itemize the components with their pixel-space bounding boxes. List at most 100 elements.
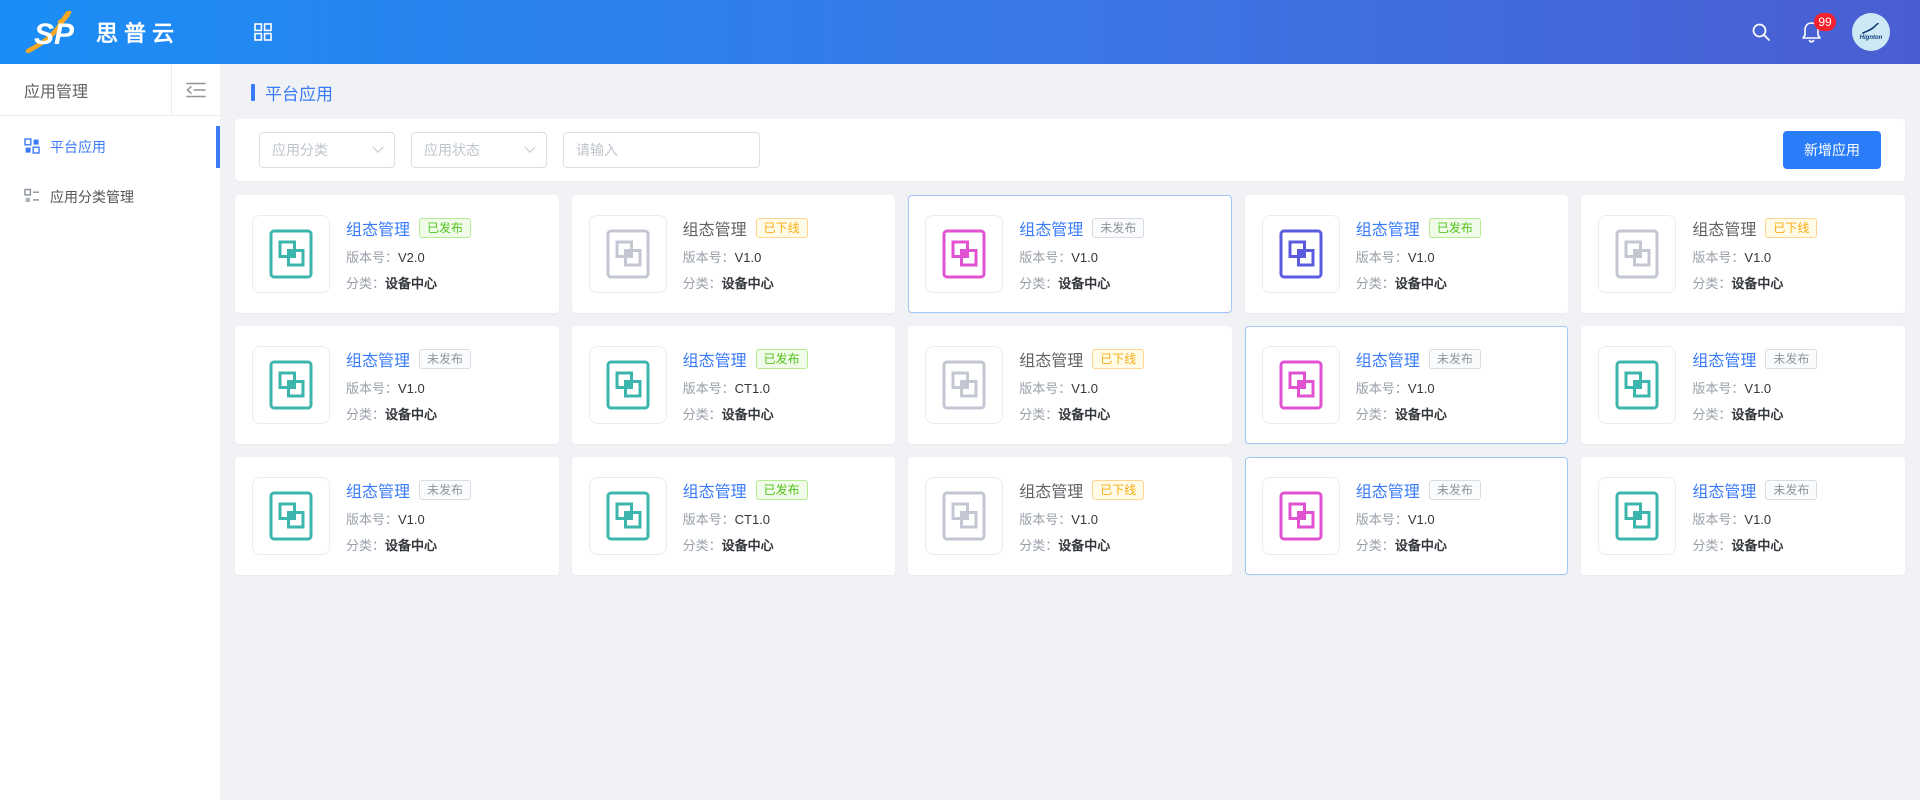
app-card-title[interactable]: 组态管理: [1019, 216, 1083, 240]
category-label: 分类：: [346, 538, 385, 553]
category-value: 设备中心: [1058, 407, 1110, 422]
category-value: 设备中心: [385, 538, 437, 553]
version-value: V1.0: [398, 381, 425, 396]
app-overlap-squares-icon: [252, 477, 330, 555]
app-category-row: 分类：设备中心: [683, 404, 808, 423]
app-status-select[interactable]: 应用状态: [411, 132, 547, 168]
app-overlap-squares-icon: [925, 346, 1003, 424]
menu-fold-icon[interactable]: [171, 64, 220, 115]
version-label: 版本号：: [1019, 381, 1071, 396]
app-category-row: 分类：设备中心: [1019, 404, 1144, 423]
app-version-row: 版本号：V1.0: [1356, 378, 1481, 397]
app-category-row: 分类：设备中心: [683, 273, 808, 292]
app-card-title[interactable]: 组态管理: [1356, 478, 1420, 502]
app-version-row: 版本号：V1.0: [1692, 509, 1817, 528]
sidebar-title: 应用管理: [0, 64, 171, 115]
apps-grid-icon[interactable]: [254, 23, 272, 41]
app-status-select-placeholder: 应用状态: [424, 140, 480, 160]
category-value: 设备中心: [722, 407, 774, 422]
category-label: 分类：: [1019, 538, 1058, 553]
app-card-title[interactable]: 组态管理: [1019, 478, 1083, 502]
search-input[interactable]: [563, 132, 760, 168]
app-card[interactable]: 组态管理未发布版本号：V1.0分类：设备中心: [908, 195, 1232, 313]
version-label: 版本号：: [683, 512, 735, 527]
status-badge: 已发布: [419, 218, 471, 238]
sidebar-menu: 平台应用 应用分类管理: [0, 116, 220, 222]
app-overlap-squares-icon: [589, 477, 667, 555]
sidebar-item-platform-apps[interactable]: 平台应用: [0, 122, 220, 172]
version-label: 版本号：: [1356, 381, 1408, 396]
category-value: 设备中心: [722, 276, 774, 291]
app-overlap-squares-icon: [1598, 346, 1676, 424]
category-label: 分类：: [1019, 407, 1058, 422]
app-card[interactable]: 组态管理未发布版本号：V1.0分类：设备中心: [235, 457, 559, 575]
app-card-title[interactable]: 组态管理: [346, 347, 410, 371]
app-card-title[interactable]: 组态管理: [1019, 347, 1083, 371]
category-label: 分类：: [346, 276, 385, 291]
app-overlap-squares-icon: [1598, 477, 1676, 555]
version-label: 版本号：: [1692, 512, 1744, 527]
status-badge: 已下线: [1765, 218, 1817, 238]
brand-logo-icon: SP: [26, 11, 84, 53]
app-version-row: 版本号：V1.0: [1356, 509, 1481, 528]
search-icon[interactable]: [1751, 22, 1771, 42]
app-version-row: 版本号：V1.0: [346, 378, 471, 397]
category-label: 分类：: [683, 407, 722, 422]
app-category-row: 分类：设备中心: [346, 273, 471, 292]
app-category-select[interactable]: 应用分类: [259, 132, 395, 168]
app-version-row: 版本号：V1.0: [1692, 247, 1817, 266]
app-card-title[interactable]: 组态管理: [1356, 216, 1420, 240]
bell-icon[interactable]: 99: [1801, 21, 1822, 43]
app-overlap-squares-icon: [1598, 215, 1676, 293]
app-card[interactable]: 组态管理已发布版本号：V2.0分类：设备中心: [235, 195, 559, 313]
sidebar-item-app-category-management[interactable]: 应用分类管理: [0, 172, 220, 222]
version-label: 版本号：: [1692, 250, 1744, 265]
app-version-row: 版本号：CT1.0: [683, 509, 808, 528]
app-card-title[interactable]: 组态管理: [683, 216, 747, 240]
category-label: 分类：: [683, 276, 722, 291]
category-label: 分类：: [683, 538, 722, 553]
app-card[interactable]: 组态管理已下线版本号：V1.0分类：设备中心: [908, 457, 1232, 575]
app-card[interactable]: 组态管理已下线版本号：V1.0分类：设备中心: [572, 195, 896, 313]
app-card-title[interactable]: 组态管理: [346, 216, 410, 240]
version-label: 版本号：: [346, 381, 398, 396]
app-card[interactable]: 组态管理已下线版本号：V1.0 分类：设备中心: [1581, 195, 1905, 313]
category-label: 分类：: [346, 407, 385, 422]
version-value: V1.0: [1071, 381, 1098, 396]
version-label: 版本号：: [1019, 250, 1071, 265]
category-label: 分类：: [1019, 276, 1058, 291]
app-card[interactable]: 组态管理已发布版本号：CT1.0分类：设备中心: [572, 326, 896, 444]
add-app-button[interactable]: 新增应用: [1783, 131, 1881, 169]
app-card[interactable]: 组态管理未发布版本号：V1.0分类：设备中心: [235, 326, 559, 444]
app-card[interactable]: 组态管理未发布版本号：V1.0分类：设备中心: [1245, 326, 1569, 444]
app-card-title[interactable]: 组态管理: [1692, 478, 1756, 502]
version-label: 版本号：: [1692, 381, 1744, 396]
app-card-title[interactable]: 组态管理: [1692, 216, 1756, 240]
app-card-title[interactable]: 组态管理: [1692, 347, 1756, 371]
app-card-title[interactable]: 组态管理: [1356, 347, 1420, 371]
app-card[interactable]: 组态管理未发布版本号：V1.0分类：设备中心: [1581, 457, 1905, 575]
app-card[interactable]: 组态管理已发布版本号：CT1.0分类：设备中心: [572, 457, 896, 575]
app-card-title[interactable]: 组态管理: [683, 478, 747, 502]
app-card[interactable]: 组态管理已发布版本号：V1.0分类：设备中心: [1245, 195, 1569, 313]
app-card[interactable]: 组态管理已下线版本号：V1.0分类：设备中心: [908, 326, 1232, 444]
app-category-row: 分类：设备中心: [1692, 273, 1817, 292]
app-overlap-squares-icon: [925, 215, 1003, 293]
app-version-row: 版本号：V1.0: [1019, 509, 1144, 528]
chevron-down-icon: [372, 142, 383, 153]
category-label: 分类：: [1692, 538, 1731, 553]
app-version-row: 版本号：V1.0: [1692, 378, 1817, 397]
app-card-title[interactable]: 组态管理: [346, 478, 410, 502]
app-card-title[interactable]: 组态管理: [683, 347, 747, 371]
app-category-row: 分类：设备中心: [1692, 404, 1817, 423]
page-title-row: 平台应用: [251, 80, 1905, 105]
app-version-row: 版本号：V1.0: [1019, 378, 1144, 397]
main-content: 平台应用 应用分类 应用状态 新增应用 组态管理已发布版本号：V2.0分类：设备…: [220, 64, 1920, 800]
version-value: V2.0: [398, 250, 425, 265]
category-value: 设备中心: [1058, 276, 1110, 291]
category-label: 分类：: [1356, 276, 1395, 291]
app-card[interactable]: 组态管理未发布版本号：V1.0分类：设备中心: [1581, 326, 1905, 444]
app-card[interactable]: 组态管理未发布版本号：V1.0分类：设备中心: [1245, 457, 1569, 575]
notification-count-badge: 99: [1814, 13, 1836, 31]
avatar[interactable]: Hignton: [1852, 13, 1890, 51]
